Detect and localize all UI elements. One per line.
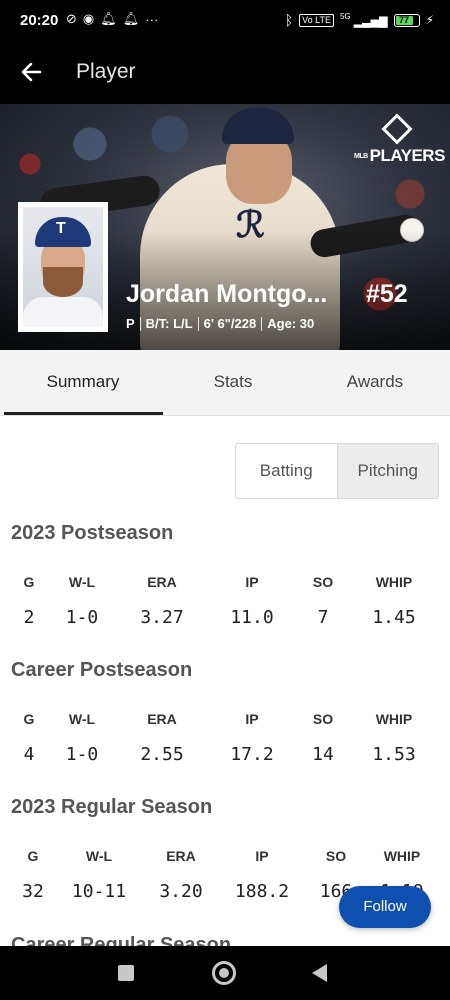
stat-value: 3.27 (140, 607, 184, 628)
stat-value: 17.2 (230, 744, 274, 765)
back-triangle-icon[interactable] (312, 964, 327, 982)
battery-icon: 77 (393, 13, 420, 27)
5g-signal-icon: 5G ▂▃▅▇ (339, 12, 388, 28)
stat-header: IP (245, 574, 259, 590)
stat-value: 1-0 (65, 607, 99, 628)
stat-value: 4 (23, 744, 35, 765)
tab-awards[interactable]: Awards (300, 350, 450, 416)
active-tab-indicator (4, 412, 163, 415)
stat-value: 3.20 (159, 881, 203, 902)
stat-header: WHIP (375, 574, 413, 590)
page-title: Player (76, 60, 136, 83)
recent-apps-icon[interactable] (118, 965, 134, 981)
stat-value: 11.0 (230, 607, 274, 628)
tab-summary[interactable]: Summary (8, 350, 158, 416)
stat-value: 1.45 (372, 607, 416, 628)
stat-value: 188.2 (234, 881, 290, 902)
status-bar: 20:20 ⊘ ◉ 🔔︎ 🔔︎ ··· ᛒ Vo LTE 5G ▂▃▅▇ 77 … (0, 0, 450, 44)
stats-header-row: G W-L ERA IP SO WHIP (0, 574, 450, 598)
stat-header: IP (245, 711, 259, 727)
volte-icon: Vo LTE (299, 13, 334, 27)
stat-value: 7 (317, 607, 329, 628)
tab-stats[interactable]: Stats (158, 350, 308, 416)
home-icon[interactable] (212, 961, 236, 985)
stat-value: 2 (23, 607, 35, 628)
bluetooth-icon: ᛒ (284, 12, 294, 28)
section-title: Career Regular Season (11, 934, 232, 946)
stat-header: G (23, 711, 35, 727)
battery-level: 77 (395, 15, 413, 25)
status-time: 20:20 (20, 12, 59, 29)
stat-header: IP (255, 848, 269, 864)
stat-value: 2.55 (140, 744, 184, 765)
cap-logo: T (56, 220, 66, 237)
stat-header: SO (325, 848, 347, 864)
player-position: P (126, 316, 135, 331)
follow-button[interactable]: Follow (339, 886, 431, 928)
stat-value: 32 (22, 881, 44, 902)
mlb-players-logo: MLB PLAYERS (354, 113, 445, 165)
stats-value-row: 4 1-0 2.55 17.2 14 1.53 (0, 744, 450, 768)
system-icons: ᛒ Vo LTE 5G ▂▃▅▇ 77 ⚡ (285, 12, 434, 28)
stat-header: ERA (147, 711, 177, 727)
stat-value: 1.53 (372, 744, 416, 765)
player-name: Jordan Montgo... (126, 280, 328, 308)
stat-header: G (27, 848, 39, 864)
notification-icons: ⊘ ◉ 🔔︎ 🔔︎ ··· (66, 11, 158, 27)
stats-header-row: G W-L ERA IP SO WHIP (0, 711, 450, 735)
pitching-toggle-button[interactable]: Pitching (336, 444, 438, 498)
stats-header-row: G W-L ERA IP SO WHIP (0, 848, 450, 872)
app-bar: Player (0, 44, 450, 104)
stat-header: ERA (147, 574, 177, 590)
batting-toggle-button[interactable]: Batting (236, 444, 337, 498)
stat-header: SO (312, 711, 334, 727)
back-arrow-icon[interactable] (18, 58, 46, 86)
system-nav-bar (0, 946, 450, 1000)
stat-value: 10-11 (71, 881, 127, 902)
charging-icon: ⚡ (425, 13, 434, 27)
stat-header: ERA (166, 848, 196, 864)
stat-header: W-L (68, 711, 96, 727)
player-info: P B/T: L/L 6' 6"/228 Age: 30 (126, 316, 314, 331)
player-bats-throws: B/T: L/L (145, 316, 193, 331)
section-title: 2023 Regular Season (11, 796, 213, 818)
stat-header: SO (312, 574, 334, 590)
stat-value: 1-0 (65, 744, 99, 765)
batting-pitching-toggle: Batting Pitching (235, 443, 439, 499)
stat-header: W-L (68, 574, 96, 590)
stat-header: G (23, 574, 35, 590)
messenger-icon: ◉ (82, 11, 95, 26)
player-height-weight: 6' 6"/228 (203, 316, 257, 331)
player-age: Age: 30 (267, 316, 315, 331)
section-title: Career Postseason (11, 659, 193, 681)
player-number: #52 (366, 280, 408, 308)
stat-header: W-L (85, 848, 113, 864)
tab-bar: Summary Stats Awards (0, 350, 450, 416)
section-title: 2023 Postseason (11, 522, 174, 544)
player-hero: ℛ MLB PLAYERS T Jordan Montgo... #52 P B/… (0, 104, 450, 350)
stat-header: WHIP (375, 711, 413, 727)
more-icon: ··· (145, 11, 159, 27)
muted-notification-icon: ⊘ (66, 11, 77, 26)
player-headshot: T (18, 202, 108, 332)
summary-content: Batting Pitching 2023 Postseason G W-L E… (0, 416, 450, 946)
stat-value: 14 (312, 744, 334, 765)
bell-icon: 🔔︎ (122, 11, 140, 26)
stat-header: WHIP (383, 848, 421, 864)
stats-value-row: 2 1-0 3.27 11.0 7 1.45 (0, 607, 450, 631)
bell-icon: 🔔︎ (100, 11, 117, 26)
